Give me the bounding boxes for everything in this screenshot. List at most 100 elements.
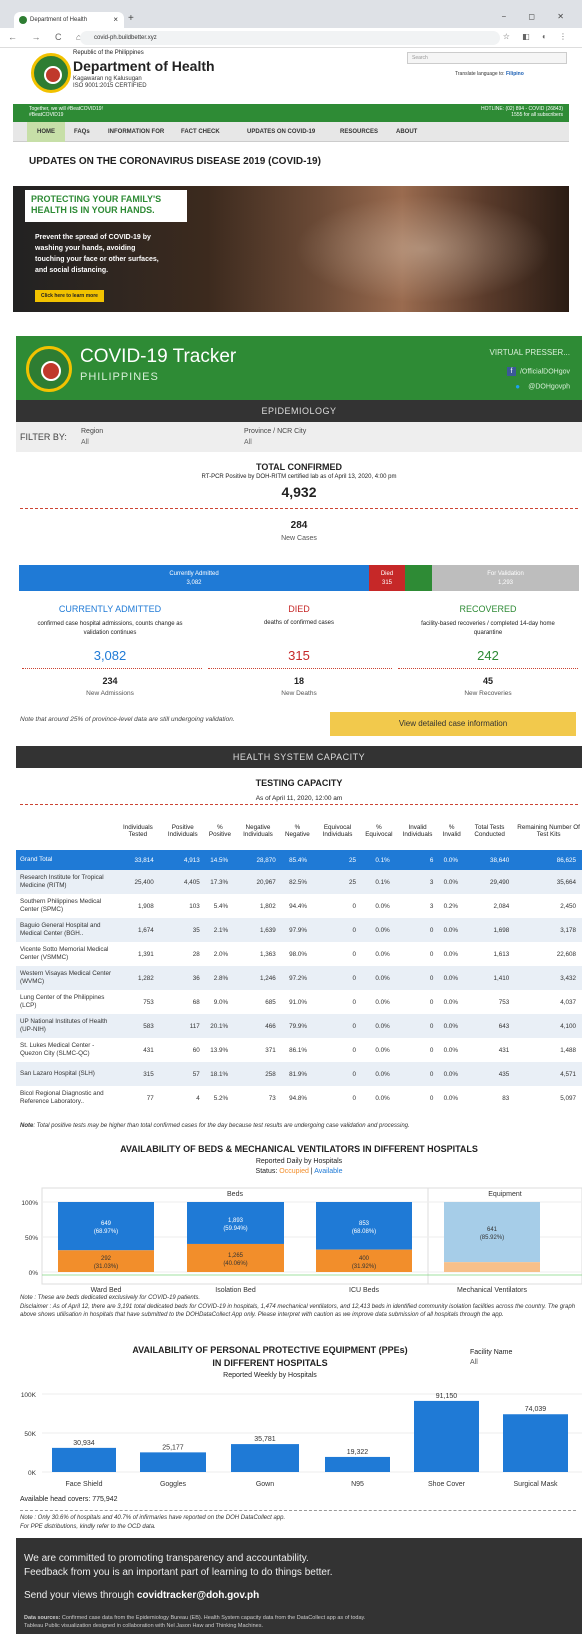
tracker-title: COVID-19 Tracker <box>80 346 237 367</box>
search-input[interactable]: Search <box>407 52 567 64</box>
hospital-name-cell: UP National Institutes of Health (UP-NIH… <box>16 1014 116 1038</box>
table-cell: 4,571 <box>515 1062 582 1086</box>
ppe-chart: 100K 50K 0K 30,934 Face Shield 25,177 Goggles 3… <box>21 1392 582 1488</box>
ppe-note-2: For PPE distributions, kindly refer to t… <box>20 1524 156 1530</box>
bar-died-value: 315 <box>381 580 392 586</box>
table-cell: 97.9% <box>281 918 313 942</box>
table-cell: 1,410 <box>464 966 516 990</box>
facebook-link[interactable]: f/OfficialDOHgov <box>506 367 570 376</box>
menu-faqs[interactable]: FAQs <box>74 122 90 142</box>
grand-total-row[interactable]: Grand Total 33,814 4,913 14.5% 28,870 85.4% 25… <box>16 850 582 870</box>
died-title: DIED <box>288 604 310 614</box>
data-label: 1,265 <box>228 1253 244 1259</box>
menu-about[interactable]: ABOUT <box>396 122 417 142</box>
x-tick-label: Surgical Mask <box>514 1481 558 1488</box>
twitter-icon: ● <box>515 382 521 391</box>
table-cell: 1,698 <box>464 918 516 942</box>
new-cases-value: 284 <box>290 520 308 531</box>
bar-died[interactable]: Died 315 <box>369 565 405 591</box>
table-cell: 28 <box>192 950 200 958</box>
menu-information-for[interactable]: INFORMATION FOR <box>108 122 164 142</box>
table-row[interactable]: Bicol Regional Diagnostic and Reference … <box>16 1086 582 1110</box>
menu-fact-check[interactable]: FACT CHECK <box>181 122 220 142</box>
case-stack-bar: Currently Admitted 3,082 Died 315 For Vali… <box>19 565 581 591</box>
table-cell: 0 <box>312 1014 363 1038</box>
divider <box>20 1510 576 1511</box>
toolbar-icons[interactable]: ☆ ◧ ◐ ⋮ <box>503 32 572 41</box>
beds-chart: Beds Equipment 100% 50% 0% 649 (68.97%) 292 (31.… <box>21 1187 582 1294</box>
status-available[interactable]: Available <box>314 1168 342 1175</box>
view-details-button[interactable]: View detailed case information <box>330 712 576 736</box>
table-cell: 35 <box>159 918 206 942</box>
province-label: Province / NCR City <box>244 428 307 435</box>
table-cell: 0 <box>429 1046 434 1054</box>
table-row[interactable]: St. Lukes Medical Center - Quezon City (… <box>16 1038 582 1062</box>
divider <box>22 668 202 669</box>
divider <box>20 508 578 509</box>
table-cell: 0.0% <box>443 1046 459 1054</box>
doh-seal-icon[interactable] <box>31 53 71 93</box>
menu-updates[interactable]: UPDATES ON COVID-19 <box>247 122 315 142</box>
hospital-name-cell: Grand Total <box>16 850 116 870</box>
window-controls[interactable]: − ◻ ✕ <box>502 12 574 21</box>
new-cases-label: New Cases <box>281 535 317 542</box>
ppe-bar <box>140 1452 206 1472</box>
table-row[interactable]: Baguio General Hospital and Medical Cent… <box>16 918 582 942</box>
browser-tab-bar: Department of Health × + − ◻ ✕ <box>0 0 582 28</box>
table-cell: 73 <box>268 1094 276 1102</box>
table-cell: 431 <box>498 1046 510 1054</box>
hotline-bar: Together, we will #BeatCOVID19! #BeatCOVI… <box>13 104 569 122</box>
table-row[interactable]: Southern Philippines Medical Center (SPM… <box>16 894 582 918</box>
browser-tab[interactable]: Department of Health × <box>14 12 124 28</box>
table-cell: 0 <box>352 1094 357 1102</box>
table-cell: 371 <box>265 1046 276 1054</box>
table-cell: 9.0% <box>213 998 229 1006</box>
x-tick-label: Shoe Cover <box>428 1481 466 1488</box>
learn-more-button[interactable]: Click here to learn more <box>35 290 104 302</box>
nav-buttons[interactable]: ← → C ⌂ <box>8 32 87 42</box>
table-cell: 583 <box>116 1014 160 1038</box>
table-row[interactable]: Vicente Sotto Memorial Medical Center (V… <box>16 942 582 966</box>
beds-note: Note : These are beds dedicated exclusiv… <box>20 1295 201 1301</box>
region-select[interactable]: All <box>81 439 89 446</box>
feedback-email-link[interactable]: covidtracker@doh.gov.ph <box>137 1590 259 1601</box>
data-label: 649 <box>101 1221 112 1227</box>
bar-for-validation[interactable]: For Validation 1,293 <box>432 565 579 591</box>
virtual-presser-link[interactable]: VIRTUAL PRESSER... <box>490 348 570 357</box>
facility-select[interactable]: All <box>470 1359 478 1366</box>
status-occupied[interactable]: Occupied <box>279 1168 309 1175</box>
bar-recovered[interactable] <box>405 565 432 591</box>
beds-title: AVAILABILITY OF BEDS & MECHANICAL VENTIL… <box>120 1144 478 1154</box>
bar-currently-admitted[interactable]: Currently Admitted 3,082 <box>19 565 369 591</box>
translate-link[interactable]: Filipino <box>506 71 524 77</box>
table-cell: 0 <box>395 1014 440 1038</box>
data-label: 35,781 <box>254 1436 276 1443</box>
department-title[interactable]: Department of Health <box>73 58 215 74</box>
data-label: (40.06%) <box>223 1261 247 1267</box>
table-cell: 0 <box>312 1062 363 1086</box>
twitter-link[interactable]: ● @DOHgovph <box>515 382 570 391</box>
credits-text: Tableau Public visualization designed in… <box>24 1623 263 1629</box>
province-select[interactable]: All <box>244 439 252 446</box>
recovered-value: 242 <box>477 648 499 663</box>
beds-sub: Reported Daily by Hospitals <box>255 1158 343 1165</box>
footer-line-1: We are committed to promoting transparen… <box>24 1553 309 1564</box>
table-row[interactable]: UP National Institutes of Health (UP-NIH… <box>16 1014 582 1038</box>
col-header: % Positive <box>208 824 231 838</box>
menu-resources[interactable]: RESOURCES <box>340 122 378 142</box>
table-row[interactable]: Western Visayas Medical Center (WVMC) 1,2… <box>16 966 582 990</box>
close-tab-icon[interactable]: × <box>113 12 118 28</box>
data-label: (31.03%) <box>94 1264 118 1270</box>
y-tick-label: 0% <box>29 1270 39 1277</box>
col-header: % Invalid <box>442 824 461 838</box>
table-row[interactable]: San Lazaro Hospital (SLH) 315 57 18.1% 258 81… <box>16 1062 582 1086</box>
table-row[interactable]: Research Institute for Tropical Medicine… <box>16 870 582 894</box>
data-label: 25,177 <box>162 1444 184 1451</box>
url-field[interactable]: covid-ph.buildbetter.xyz <box>80 31 500 45</box>
menu-home[interactable]: HOME <box>27 122 65 142</box>
new-tab-button[interactable]: + <box>128 13 134 24</box>
table-cell: 94.8% <box>289 1094 307 1102</box>
table-cell: 0.1% <box>362 870 396 894</box>
col-header: Remaining Number Of Test Kits <box>517 824 580 838</box>
table-row[interactable]: Lung Center of the Philippines (LCP) 753 6… <box>16 990 582 1014</box>
